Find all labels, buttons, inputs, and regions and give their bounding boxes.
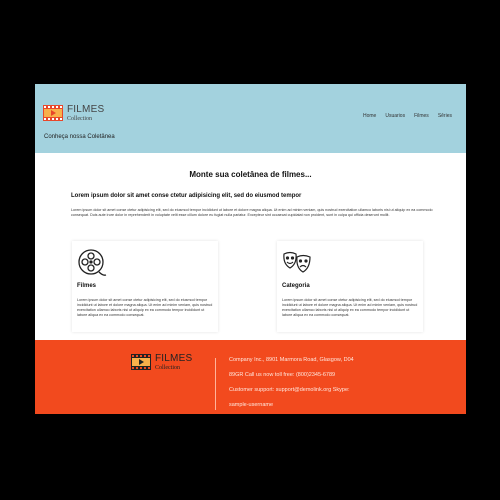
film-reel-icon	[78, 249, 107, 276]
page: FILMES Collection Home Usuarios Filmes S…	[35, 84, 466, 414]
footer-logo-subtitle: Collection	[155, 365, 180, 371]
card-title: Categoria	[282, 283, 310, 289]
nav-filmes[interactable]: Filmes	[414, 113, 429, 119]
card-title: Filmes	[77, 283, 97, 289]
nav-usuarios[interactable]: Usuarios	[385, 113, 405, 119]
footer-address: Company Inc., 8901 Marmora Road, Glasgow…	[229, 357, 354, 363]
site-logo[interactable]: FILMES Collection	[43, 105, 104, 122]
card-text: Lorem ipsum dolor sit amet conse ctetur …	[77, 298, 213, 317]
footer-skype[interactable]: sample-username	[229, 402, 354, 408]
section-subtitle: Lorem ipsum dolor sit amet conse ctetur …	[71, 193, 302, 199]
logo-title: FILMES	[67, 104, 105, 115]
film-play-icon	[43, 105, 63, 121]
logo-subtitle: Collection	[67, 116, 92, 122]
footer-divider	[215, 358, 216, 410]
intro-paragraph: Lorem ipsum dolor sit amet conse ctetur …	[71, 208, 433, 217]
nav-series[interactable]: Sêries	[438, 113, 452, 119]
header-tagline: Conheça nossa Coletânea	[44, 134, 115, 140]
card-filmes[interactable]: Filmes Lorem ipsum dolor sit amet conse …	[72, 241, 218, 332]
card-categoria[interactable]: Categoria Lorem ipsum dolor sit amet con…	[277, 241, 423, 332]
nav-home[interactable]: Home	[363, 113, 376, 119]
card-text: Lorem ipsum dolor sit amet conse ctetur …	[282, 298, 418, 317]
footer-support[interactable]: Customer support: support@demolink.org S…	[229, 387, 354, 393]
footer-logo-title: FILMES	[155, 353, 193, 364]
footer-logo[interactable]: FILMES Collection	[131, 354, 192, 371]
page-title: Monte sua coletânea de filmes...	[189, 170, 312, 179]
footer-contact: Company Inc., 8901 Marmora Road, Glasgow…	[229, 357, 354, 414]
main-nav: Home Usuarios Filmes Sêries	[363, 113, 452, 119]
site-header: FILMES Collection Home Usuarios Filmes S…	[35, 84, 466, 153]
film-play-icon	[131, 354, 151, 370]
footer-phone[interactable]: 89GR Call us now toll free: (800)2345-67…	[229, 372, 354, 378]
site-footer: FILMES Collection Company Inc., 8901 Mar…	[35, 340, 466, 414]
theater-masks-icon	[283, 251, 311, 273]
